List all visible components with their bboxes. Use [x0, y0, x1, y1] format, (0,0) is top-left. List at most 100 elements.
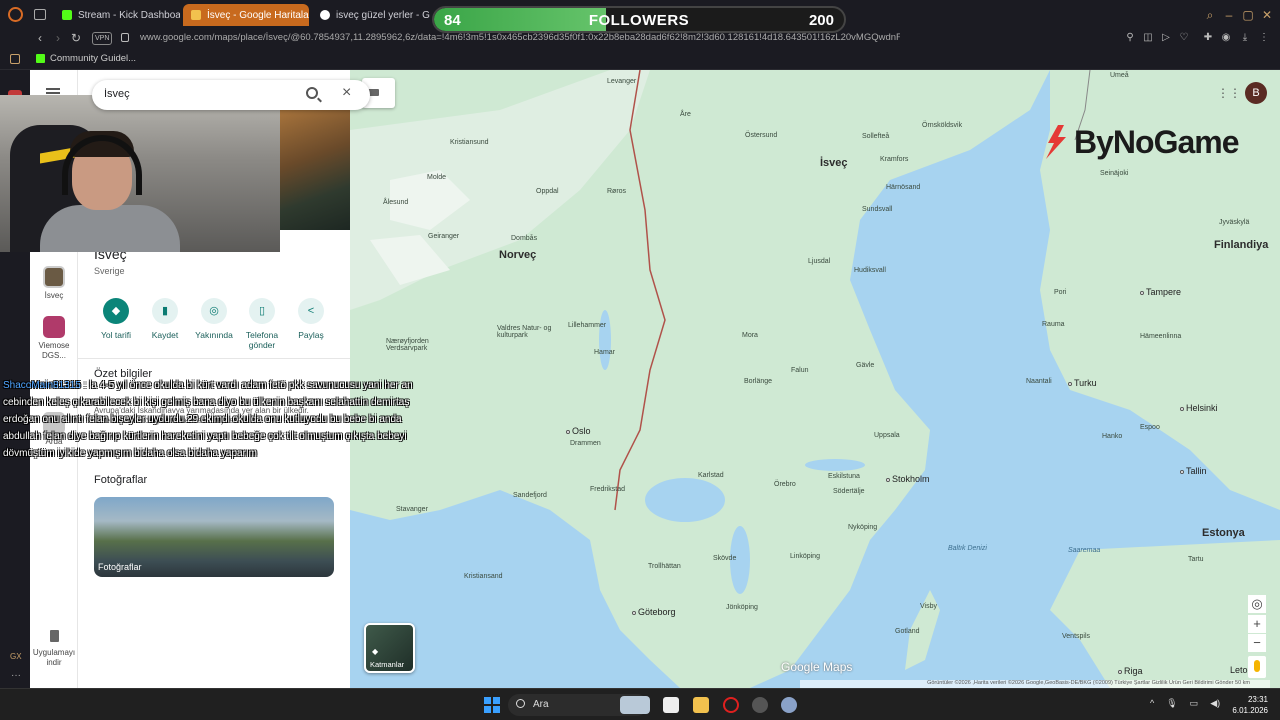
place-thumbnail	[43, 266, 65, 288]
town-label: Östersund	[745, 132, 778, 139]
download-icon[interactable]: ⤓	[1239, 32, 1251, 44]
place-thumbnail	[43, 316, 65, 338]
streamer-webcam	[0, 95, 280, 252]
tab-google-maps[interactable]: İsveç - Google Haritalar ×	[183, 4, 309, 26]
search-input[interactable]	[104, 88, 254, 100]
town-label: Sundsvall	[862, 206, 893, 213]
gx-label[interactable]: GX	[10, 652, 22, 661]
back-icon[interactable]: ‹	[33, 31, 47, 45]
town-label: Røros	[607, 188, 627, 195]
place-hero-photo[interactable]	[280, 110, 350, 230]
action-label: Paylaş	[298, 330, 324, 340]
task-view-icon[interactable]	[663, 697, 679, 713]
opera-logo-icon[interactable]	[8, 7, 23, 22]
windows-taskbar: Ara ^ 🎙 ▭ ◀) 23:31 6.01.2026	[0, 688, 1280, 720]
search-icon[interactable]	[306, 87, 318, 99]
lock-icon[interactable]	[121, 33, 129, 42]
photos-title: Fotoğraflar	[94, 474, 148, 486]
close-icon[interactable]: ×	[342, 84, 351, 102]
city-label: Helsinki	[1180, 403, 1218, 413]
widgets-icon[interactable]	[620, 696, 650, 714]
tab-label: isveç güzel yerler - Goog	[336, 9, 430, 21]
chat-username: ShacoMain81315	[3, 380, 81, 391]
town-label: Lillehammer	[568, 322, 607, 329]
reload-icon[interactable]: ↻	[69, 31, 83, 45]
play-icon[interactable]: ▷	[1160, 32, 1172, 44]
layers-icon: ◆	[372, 647, 379, 656]
town-label: Pori	[1054, 289, 1067, 296]
share-button[interactable]: < Paylaş	[289, 298, 333, 340]
microphone-icon[interactable]: 🎙	[1166, 698, 1177, 709]
close-window-icon[interactable]: ✕	[1260, 8, 1274, 22]
volume-icon[interactable]: ◀)	[1210, 698, 1220, 709]
directions-button[interactable]: ◆ Yol tarifi	[94, 298, 138, 340]
taskbar-search-label: Ara	[533, 699, 549, 710]
town-label: Rauma	[1042, 321, 1065, 328]
my-location-icon[interactable]: ◎	[1248, 595, 1266, 613]
opera-gx-icon[interactable]	[723, 697, 739, 713]
rail-item-recent-place[interactable]: Viemose DGS...	[32, 316, 76, 361]
layers-button[interactable]: ◆ Katmanlar	[364, 623, 415, 673]
windows-start-icon[interactable]	[484, 697, 500, 713]
save-button[interactable]: ▮ Kaydet	[143, 298, 187, 340]
bookmarks-icon[interactable]	[10, 54, 20, 64]
maps-search-box[interactable]: ×	[92, 80, 370, 110]
maps-favicon-icon	[191, 10, 201, 20]
system-tray: ^ 🎙 ▭ ◀)	[1150, 698, 1220, 709]
town-label: Hämeenlinna	[1140, 333, 1182, 340]
forward-icon[interactable]: ›	[51, 31, 65, 45]
town-label: Uppsala	[874, 432, 900, 439]
town-label: Seinäjoki	[1100, 170, 1129, 177]
town-label: Nærøyfjorden Verdsarvpark	[386, 338, 429, 352]
zoom-out-button[interactable]: −	[1248, 634, 1266, 652]
chevron-up-icon[interactable]: ^	[1150, 698, 1154, 709]
bynogame-wordmark: ByNoGame	[1074, 123, 1239, 160]
place-subtitle: Sverige	[94, 266, 125, 276]
photos-card[interactable]: Fotoğraflar	[94, 497, 334, 577]
profile-icon[interactable]: ◉	[1220, 32, 1232, 44]
minimize-icon[interactable]: –	[1222, 8, 1236, 22]
settings-icon[interactable]	[781, 697, 797, 713]
pin-icon[interactable]: ⚲	[1124, 32, 1136, 44]
nearby-button[interactable]: ◎ Yakınında	[192, 298, 236, 340]
camera-icon[interactable]: ◫	[1142, 32, 1154, 44]
country-label: Finlandiya	[1214, 239, 1269, 251]
action-label: Kaydet	[151, 330, 179, 340]
tab-kick-dashboard[interactable]: Stream - Kick Dashboard	[54, 4, 180, 26]
town-label: Umeå	[1110, 72, 1129, 79]
heart-icon[interactable]: ♡	[1178, 32, 1190, 44]
malaren-lake	[805, 459, 865, 471]
country-label: Norveç	[499, 249, 537, 261]
town-label: Södertälje	[833, 488, 865, 495]
pegman-icon[interactable]	[1248, 656, 1266, 678]
search-tabs-icon[interactable]: ⌕	[1203, 8, 1217, 22]
more-icon[interactable]: ···	[11, 670, 21, 681]
get-app-button[interactable]: Uygulamayı indir	[32, 630, 76, 668]
town-label: Jyväskylä	[1219, 219, 1250, 226]
zoom-in-button[interactable]: +	[1248, 615, 1266, 633]
search-icon	[516, 699, 525, 708]
maximize-icon[interactable]: ▢	[1241, 8, 1255, 22]
vpn-badge[interactable]: VPN	[92, 32, 113, 45]
url-field[interactable]: www.google.com/maps/place/İsveç/@60.7854…	[140, 32, 900, 43]
file-explorer-icon[interactable]	[693, 697, 709, 713]
taskbar-clock[interactable]: 23:31 6.01.2026	[1226, 694, 1268, 716]
town-label: Linköping	[790, 553, 820, 560]
clock-date: 6.01.2026	[1232, 706, 1268, 715]
town-label: Hamar	[594, 349, 616, 356]
extensions-icon[interactable]: ✚	[1202, 32, 1214, 44]
chat-message: la 4-5 yıl önce okulda bi kürt vardı ada…	[3, 380, 413, 459]
account-avatar[interactable]: B	[1245, 82, 1267, 104]
bookmark-label: Community Guidel...	[50, 53, 137, 64]
town-label: Kristiansand	[464, 573, 503, 580]
network-icon[interactable]: ▭	[1190, 698, 1199, 709]
workspaces-icon[interactable]	[34, 9, 46, 20]
rail-item-saved-place[interactable]: İsveç	[32, 266, 76, 301]
steam-icon[interactable]	[752, 697, 768, 713]
bookmark-community-guidelines[interactable]: Community Guidel...	[36, 53, 136, 64]
bookmark-icon: ▮	[152, 298, 178, 324]
menu-dots-icon[interactable]: ⋮	[1258, 32, 1270, 44]
send-to-phone-button[interactable]: ▯ Telefona gönder	[240, 298, 284, 350]
google-apps-icon[interactable]: ⋮⋮	[1217, 86, 1241, 100]
tab-google-search[interactable]: isveç güzel yerler - Goog	[312, 4, 430, 26]
